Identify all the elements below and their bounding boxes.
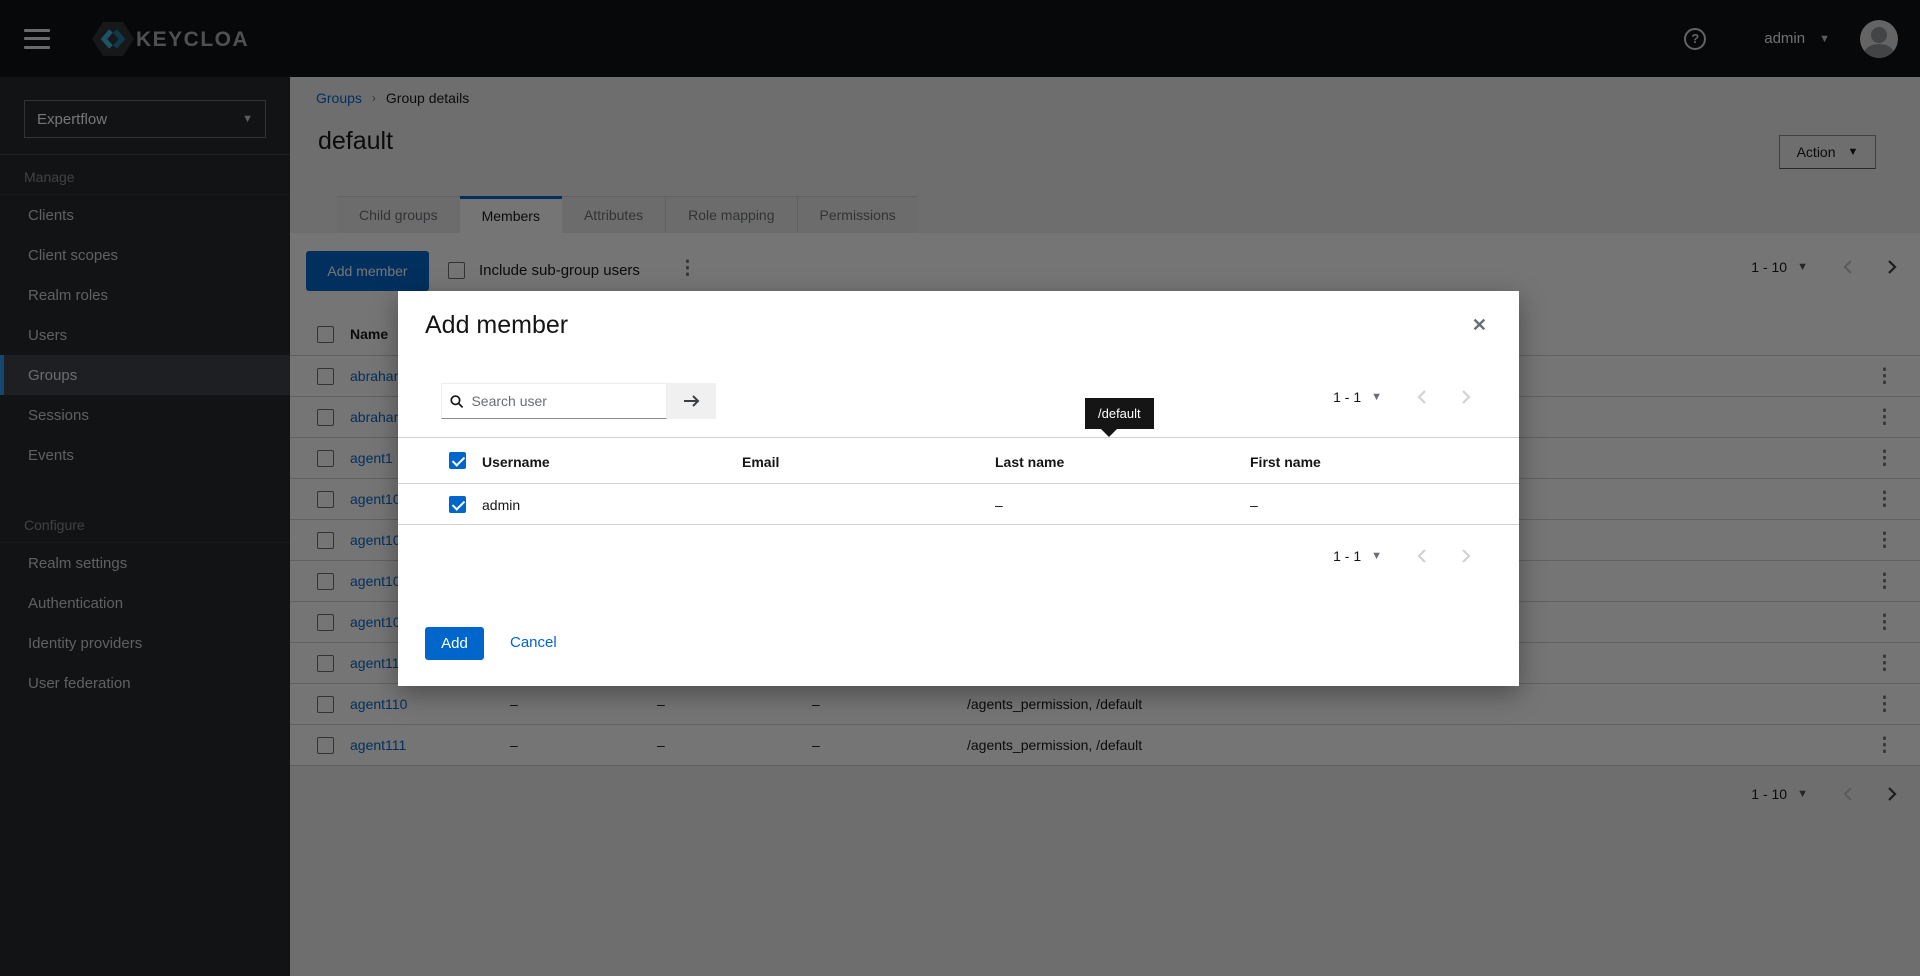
modal-row-last-name: – xyxy=(995,497,1003,513)
username-column-header: Username xyxy=(482,454,550,470)
next-page-icon[interactable] xyxy=(1461,548,1472,564)
modal-row-username: admin xyxy=(482,497,520,513)
email-column-header: Email xyxy=(742,454,779,470)
chevron-down-icon[interactable]: ▼ xyxy=(1371,391,1382,403)
modal-table-header: Username Email Last name First name xyxy=(398,437,1519,484)
add-button[interactable]: Add xyxy=(425,627,484,660)
modal-pagination-top: 1 - 1 ▼ xyxy=(1333,389,1472,405)
modal-pagination-bottom: 1 - 1 ▼ xyxy=(1333,548,1472,564)
modal-title: Add member xyxy=(425,311,568,340)
modal-row-checkbox[interactable] xyxy=(449,496,466,513)
search-user-input[interactable] xyxy=(471,393,658,409)
previous-page-icon[interactable] xyxy=(1416,548,1427,564)
close-icon[interactable]: ✕ xyxy=(1472,315,1487,336)
next-page-icon[interactable] xyxy=(1461,389,1472,405)
modal-table-row: admin – – xyxy=(398,484,1519,525)
first-name-column-header: First name xyxy=(1250,454,1321,470)
modal-select-all-checkbox[interactable] xyxy=(449,452,466,469)
last-name-column-header: Last name xyxy=(995,454,1064,470)
pagination-range: 1 - 1 xyxy=(1333,548,1361,564)
search-submit-arrow-icon[interactable] xyxy=(667,383,716,419)
modal-row-first-name: – xyxy=(1250,497,1258,513)
search-box xyxy=(441,383,667,419)
pagination-range: 1 - 1 xyxy=(1333,389,1361,405)
cancel-button[interactable]: Cancel xyxy=(510,634,557,651)
search-icon xyxy=(450,394,463,409)
search-group xyxy=(441,383,716,419)
default-group-tooltip: /default xyxy=(1085,398,1154,429)
previous-page-icon[interactable] xyxy=(1416,389,1427,405)
add-member-modal: Add member ✕ 1 - 1 ▼ /defa xyxy=(398,291,1519,686)
chevron-down-icon[interactable]: ▼ xyxy=(1371,550,1382,562)
